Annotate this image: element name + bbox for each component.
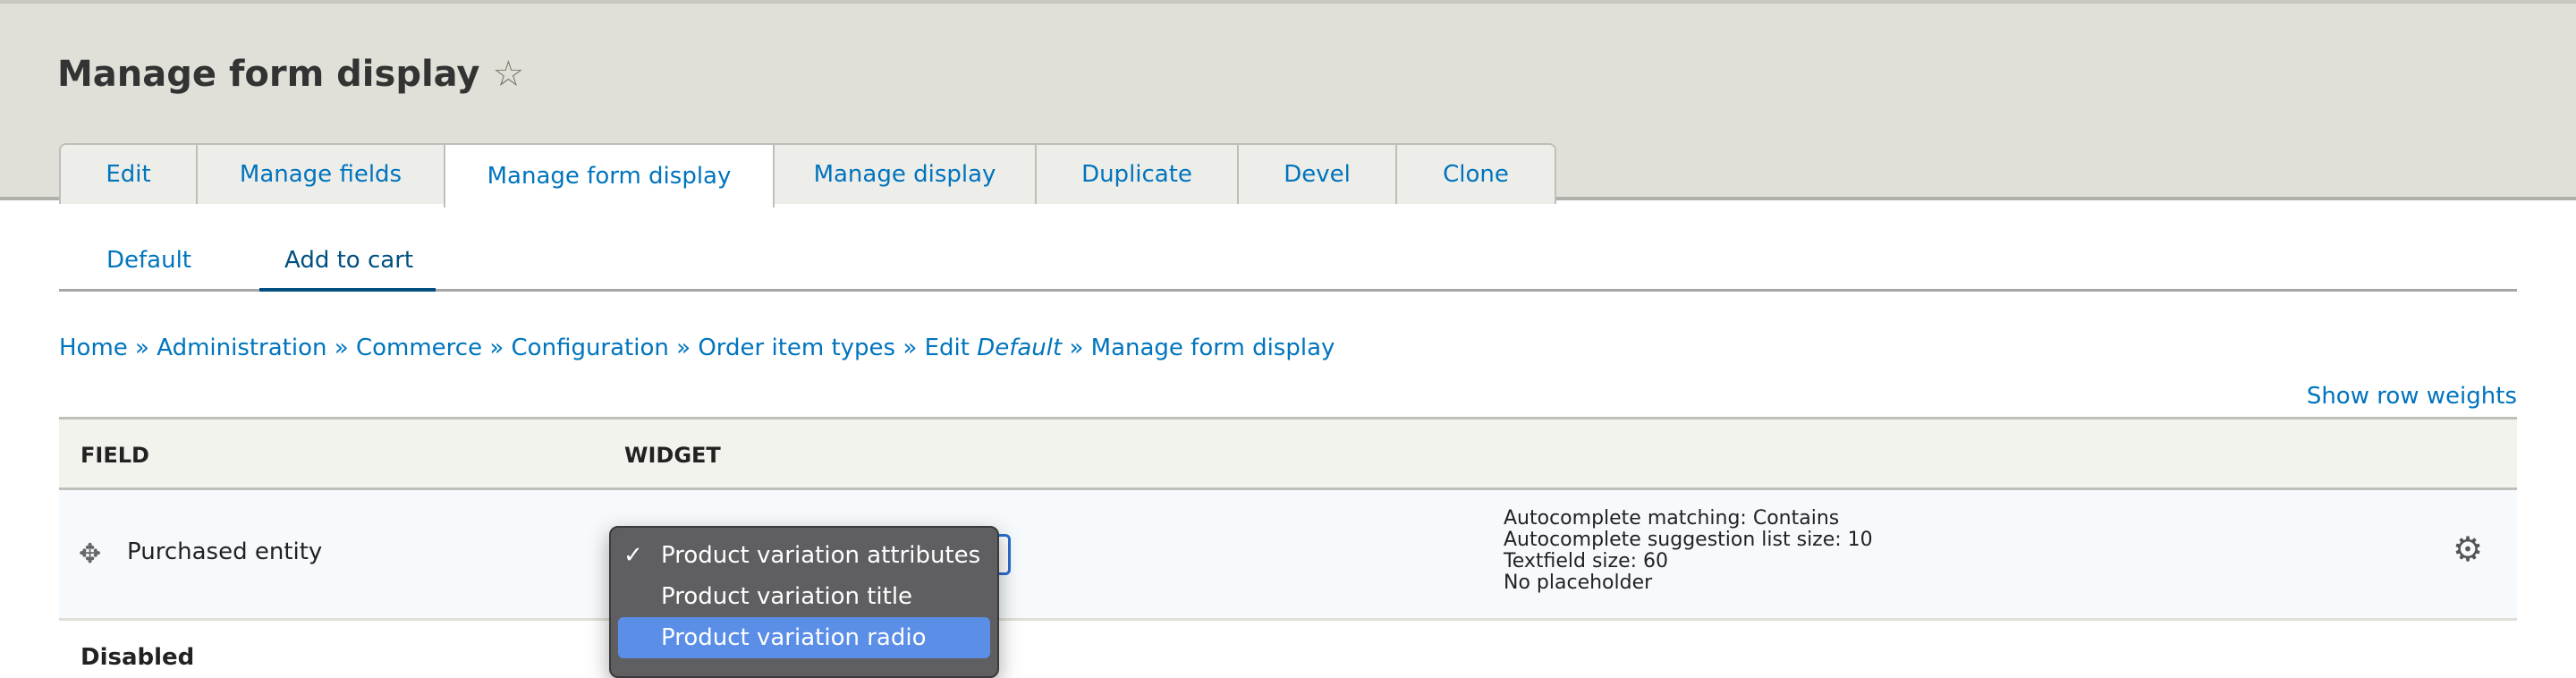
page-title-text: Manage form display xyxy=(57,54,480,95)
field-name: Purchased entity xyxy=(127,538,323,565)
subtab-default[interactable]: Default xyxy=(106,247,191,274)
breadcrumb-edit-emphasis: Default xyxy=(977,335,1063,361)
breadcrumb-separator: » xyxy=(676,335,691,361)
primary-tabs: Edit Manage fields Manage form display M… xyxy=(59,143,1556,208)
tab-edit[interactable]: Edit xyxy=(59,143,198,204)
breadcrumb-separator: » xyxy=(1069,335,1084,361)
column-header-field: FIELD xyxy=(80,443,149,468)
column-header-widget: WIDGET xyxy=(624,443,721,468)
summary-line: Textfield size: 60 xyxy=(1504,550,1669,572)
active-subtab-indicator xyxy=(259,288,436,292)
breadcrumb-separator: » xyxy=(334,335,349,361)
subtab-add-to-cart[interactable]: Add to cart xyxy=(284,247,413,274)
page-header: Manage form display ☆ Edit Manage fields… xyxy=(0,0,2576,208)
option-label: Product variation title xyxy=(661,583,913,610)
widget-dropdown-menu: ✓ Product variation attributes Product va… xyxy=(609,526,999,678)
table-header: FIELD WIDGET xyxy=(59,417,2517,490)
tab-manage-fields[interactable]: Manage fields xyxy=(196,143,445,204)
summary-line: Autocomplete suggestion list size: 10 xyxy=(1504,529,1873,551)
star-icon[interactable]: ☆ xyxy=(493,54,525,95)
option-label: Product variation radio xyxy=(661,624,927,651)
page-title: Manage form display ☆ xyxy=(57,54,524,95)
breadcrumb-order-item-types[interactable]: Order item types xyxy=(698,335,895,361)
dropdown-option-title[interactable]: Product variation title xyxy=(618,576,990,617)
dropdown-option-radio[interactable]: Product variation radio xyxy=(618,617,990,658)
summary-line: Autocomplete matching: Contains xyxy=(1504,507,1840,530)
option-label: Product variation attributes xyxy=(661,542,981,569)
breadcrumb-current[interactable]: Manage form display xyxy=(1091,335,1335,361)
breadcrumb-edit-default[interactable]: Edit Default xyxy=(925,335,1063,361)
breadcrumb-separator: » xyxy=(135,335,149,361)
widget-summary: Autocomplete matching: Contains Autocomp… xyxy=(1504,508,1873,594)
breadcrumb-commerce[interactable]: Commerce xyxy=(356,335,482,361)
breadcrumb-administration[interactable]: Administration xyxy=(157,335,326,361)
disabled-section-label: Disabled xyxy=(80,644,195,671)
drag-handle-icon[interactable]: ✥ xyxy=(79,538,101,570)
breadcrumb: Home » Administration » Commerce » Confi… xyxy=(59,335,1335,361)
table-row: ✥ Purchased entity Autocomplete matching… xyxy=(59,490,2517,621)
tab-clone[interactable]: Clone xyxy=(1395,143,1556,204)
tab-manage-display[interactable]: Manage display xyxy=(773,143,1037,204)
breadcrumb-separator: » xyxy=(489,335,504,361)
breadcrumb-separator: » xyxy=(902,335,918,361)
secondary-tabs: Default Add to cart xyxy=(59,242,2517,292)
checkmark-icon: ✓ xyxy=(623,542,643,569)
tab-duplicate[interactable]: Duplicate xyxy=(1035,143,1239,204)
tab-manage-form-display[interactable]: Manage form display xyxy=(444,143,775,208)
gear-icon[interactable]: ⚙ xyxy=(2453,530,2483,569)
dropdown-option-attributes[interactable]: ✓ Product variation attributes xyxy=(618,535,990,576)
summary-line: No placeholder xyxy=(1504,572,1653,594)
tab-devel[interactable]: Devel xyxy=(1237,143,1397,204)
breadcrumb-edit-text: Edit xyxy=(924,335,970,361)
breadcrumb-home[interactable]: Home xyxy=(59,335,128,361)
fields-table: FIELD WIDGET ✥ Purchased entity Autocomp… xyxy=(59,417,2517,621)
show-row-weights-link[interactable]: Show row weights xyxy=(2307,383,2517,410)
breadcrumb-configuration[interactable]: Configuration xyxy=(512,335,669,361)
